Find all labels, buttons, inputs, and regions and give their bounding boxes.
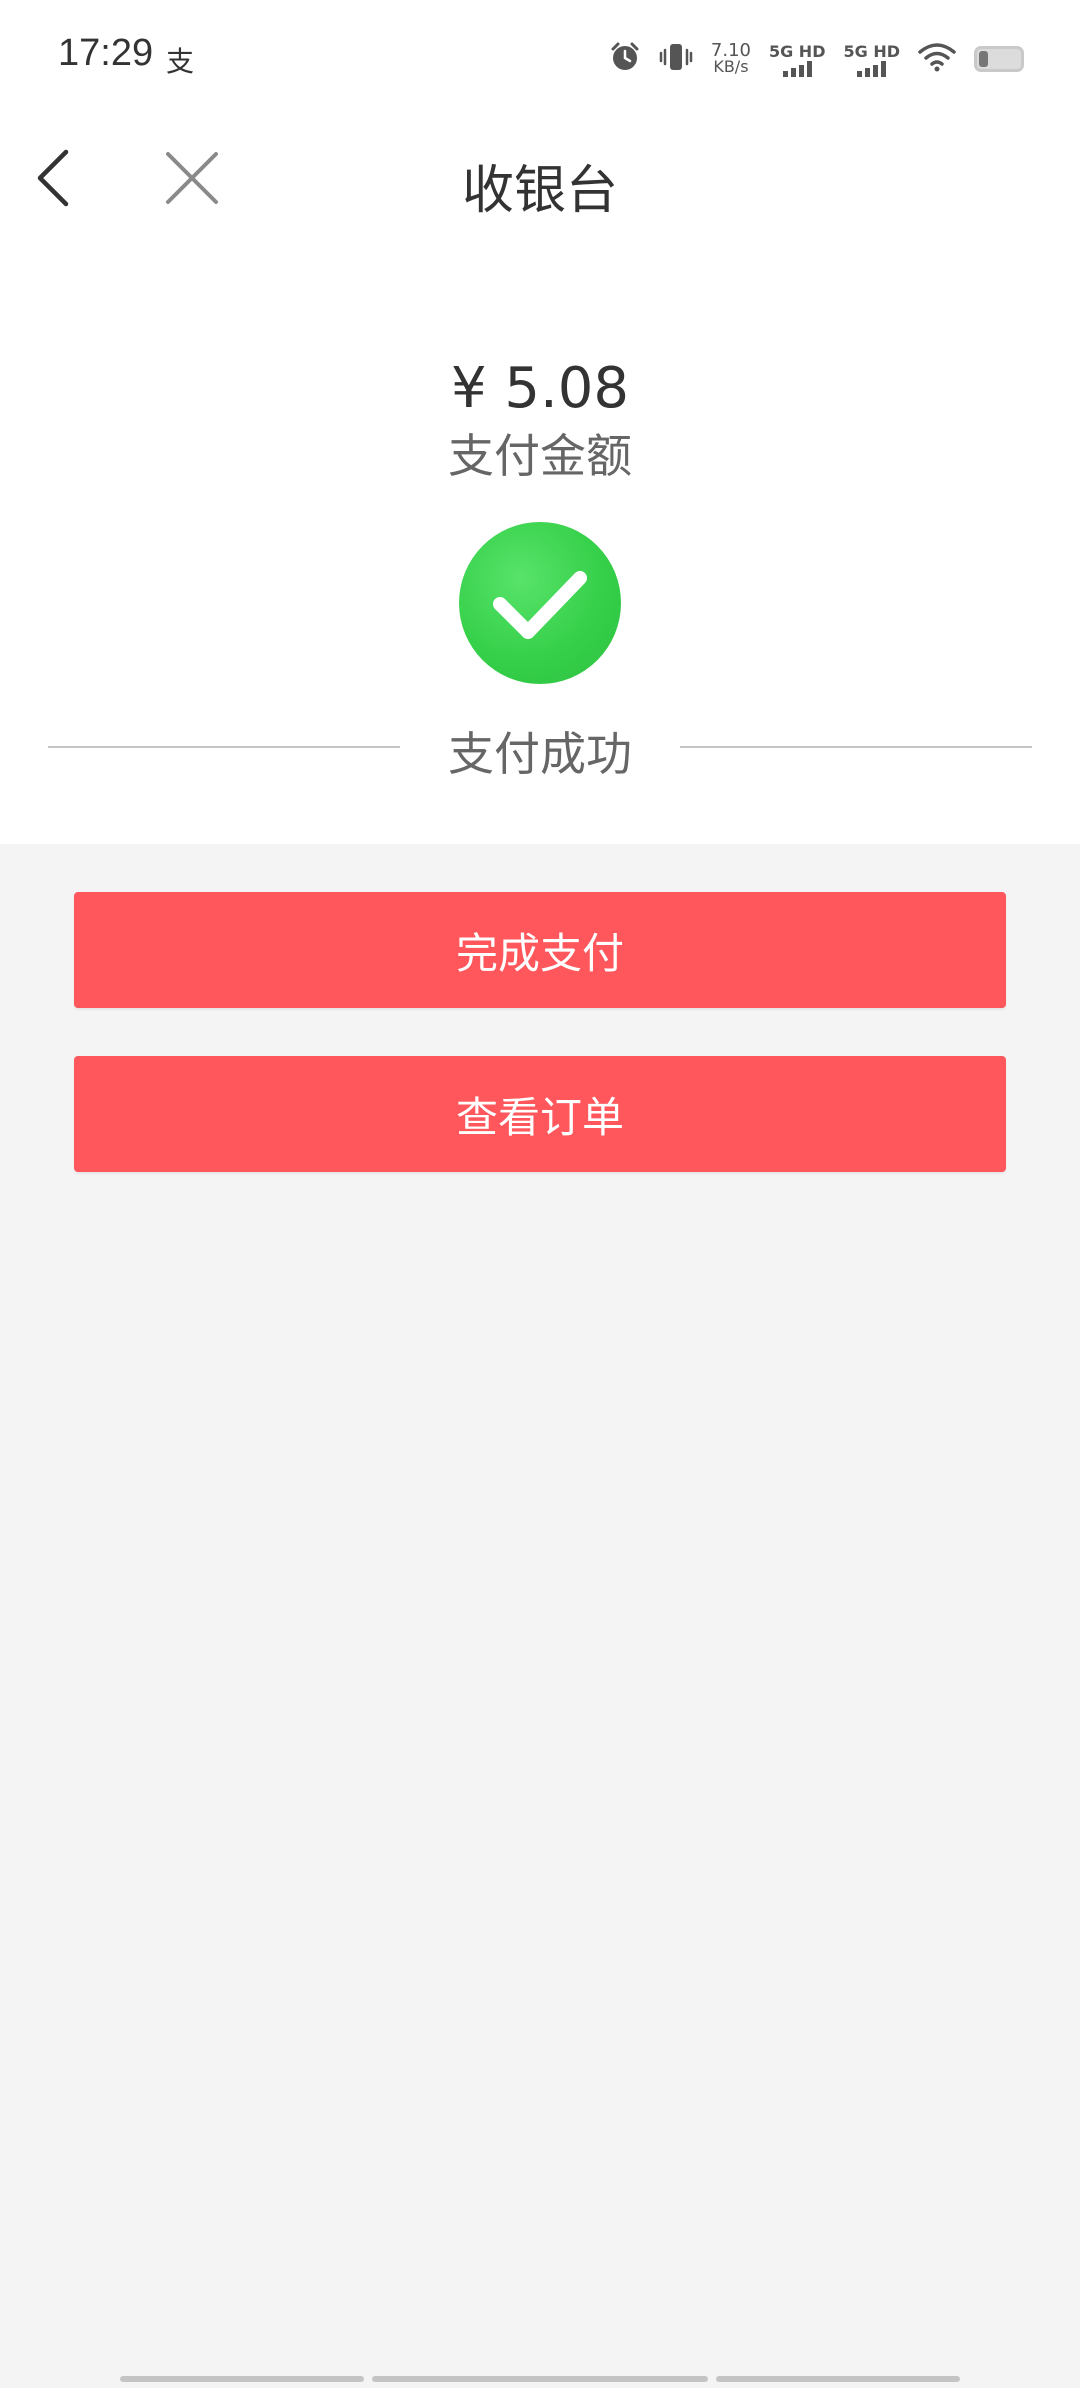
gesture-bar-left	[120, 2376, 364, 2382]
finish-payment-button[interactable]: 完成支付	[74, 892, 1006, 1008]
view-order-button[interactable]: 查看订单	[74, 1056, 1006, 1172]
sim1-signal: 5G HD	[768, 41, 826, 77]
sim2-label: 5G HD	[843, 41, 900, 61]
payment-status-text: 支付成功	[448, 727, 632, 781]
nav-bar: 收银台	[0, 118, 1080, 238]
speed-unit: KB/s	[713, 57, 749, 76]
signal-icon	[843, 60, 900, 77]
alipay-notification-icon: 支	[166, 45, 195, 78]
signal-icon	[769, 60, 826, 77]
vibrate-icon	[659, 41, 693, 77]
header-panel: 17:29 支 7.10 KB/s 5G HD 5G HD 收银台 ¥ 5.08…	[0, 0, 1080, 844]
sim1-label: 5G HD	[768, 41, 826, 61]
gesture-bar-center	[372, 2376, 708, 2382]
wifi-icon	[918, 42, 956, 76]
payment-amount-label: 支付金额	[448, 429, 632, 483]
network-speed: 7.10 KB/s	[711, 42, 751, 76]
alarm-icon	[609, 41, 641, 77]
status-time: 17:29	[58, 32, 154, 74]
status-bar: 17:29 支 7.10 KB/s 5G HD 5G HD	[0, 0, 1080, 118]
sim2-signal: 5G HD	[843, 42, 900, 77]
status-icons: 7.10 KB/s 5G HD 5G HD	[609, 34, 1024, 84]
payment-amount: ¥ 5.08	[450, 356, 630, 421]
check-circle-icon	[459, 522, 621, 684]
gesture-bar-right	[716, 2376, 960, 2382]
divider-right	[680, 746, 1032, 748]
page-title: 收银台	[461, 161, 618, 221]
battery-icon	[974, 46, 1024, 72]
